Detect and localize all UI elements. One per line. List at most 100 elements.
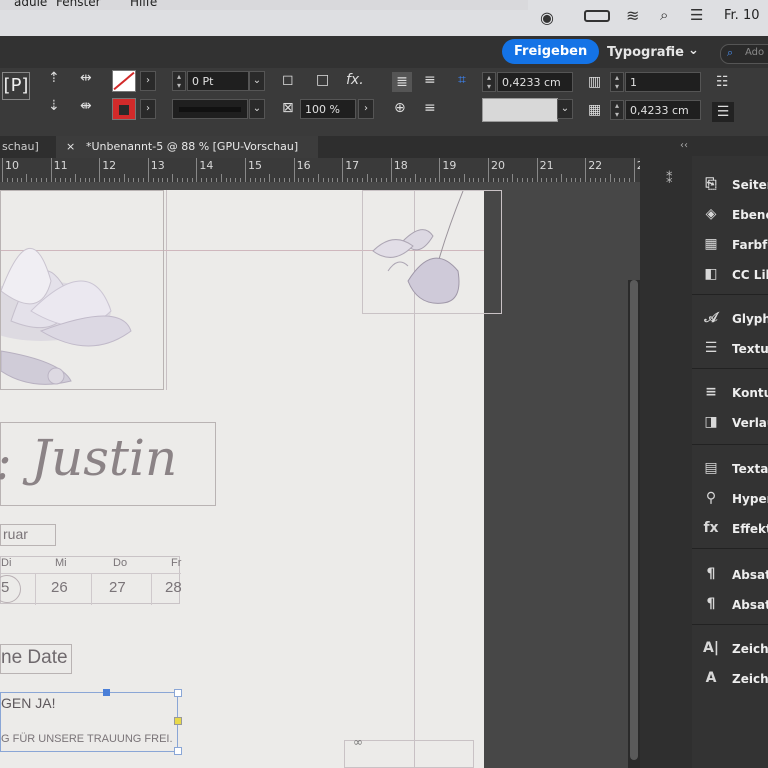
text-frame-save-date[interactable]: ne Date — [0, 644, 72, 674]
ruler-number: 22 — [588, 159, 603, 172]
stroke-type-dropdown[interactable]: ⌄ — [249, 99, 265, 119]
battery-icon[interactable] — [584, 10, 610, 22]
panel-item-paragraph-styles[interactable]: ¶ Absatz — [692, 594, 768, 618]
panel-item-label: Glyph — [732, 312, 768, 326]
ruler-minor-tick — [26, 174, 28, 182]
panel-item-paragraph[interactable]: ¶ Absatz — [692, 564, 768, 588]
none-slash-icon — [113, 71, 135, 91]
panel-item-swatches[interactable]: ▦ Farbfe — [692, 234, 768, 258]
screen-record-icon[interactable]: ◉ — [540, 8, 554, 27]
align-bottom-icon[interactable]: ⇣ — [48, 98, 60, 114]
panel-item-cc-libraries[interactable]: ◧ CC Lib — [692, 264, 768, 288]
selection-handle[interactable] — [174, 689, 182, 697]
workspace-switcher[interactable]: Typografie — [607, 45, 684, 60]
scrollbar-thumb[interactable] — [630, 280, 638, 760]
yellow-control-handle[interactable] — [174, 717, 182, 725]
justify-vertical-icon[interactable]: ≡ — [424, 100, 436, 116]
tab-active-document[interactable]: × *Unbenannt-5 @ 88 % [GPU-Vorschau] — [56, 136, 318, 158]
color-swatch-field[interactable] — [482, 98, 558, 122]
scale-icon: ⊠ — [282, 100, 294, 116]
panel-item-text-wrap[interactable]: ▤ Textab — [692, 458, 768, 482]
distribute-icon[interactable]: ⇹ — [80, 70, 92, 86]
stroke-swatch[interactable] — [112, 98, 136, 120]
tools-hint-icon[interactable]: ⁑ — [666, 172, 673, 187]
panel-item-character-styles[interactable]: A Zeichen — [692, 668, 768, 692]
align-vertical-icon[interactable]: ⇡ — [48, 70, 60, 86]
document-tab-bar: schau] × *Unbenannt-5 @ 88 % [GPU-Vorsch… — [0, 136, 680, 158]
effects-icon: fx — [703, 520, 719, 536]
text-frame-options-icon[interactable]: ⊕ — [394, 100, 406, 116]
panel-item-layers[interactable]: ◈ Ebenen — [692, 204, 768, 228]
align-top-text-icon[interactable]: ≣ — [392, 72, 412, 92]
panel-item-label: Effekte — [732, 522, 768, 536]
image-frame-tulips[interactable] — [362, 190, 502, 314]
wifi-icon[interactable]: ≋ — [626, 6, 639, 25]
collapse-dock-icon[interactable]: ‹‹ — [680, 140, 688, 151]
stroke-dropdown-button[interactable]: › — [140, 99, 156, 119]
menu-window[interactable]: Fenster — [56, 0, 101, 9]
chevron-down-icon[interactable]: ⌄ — [688, 43, 699, 58]
vertical-scrollbar[interactable] — [628, 280, 640, 768]
paragraph-composer-icon[interactable]: [P] — [2, 72, 30, 100]
panel-item-hyperlinks[interactable]: ⚲ Hyperl — [692, 488, 768, 512]
ruler-number: 17 — [345, 159, 360, 172]
stroke-weight-stepper[interactable]: ▴ ▾ — [172, 71, 186, 91]
panel-item-label: Kontur — [732, 386, 768, 400]
fill-dropdown-button[interactable]: › — [140, 71, 156, 91]
panel-item-effects[interactable]: fx Effekte — [692, 518, 768, 542]
search-icon: ⌕ — [727, 46, 734, 59]
text-frame-name[interactable]: : Justin — [0, 422, 216, 506]
selection-handle[interactable] — [103, 689, 110, 696]
frame-corner-icon[interactable]: ◻ — [282, 72, 294, 88]
menu-module[interactable]: adule — [14, 0, 47, 9]
ruler-major-tick — [99, 158, 101, 182]
scale-field[interactable]: 100 % — [300, 99, 356, 119]
image-frame-lotus[interactable] — [0, 190, 164, 390]
fill-swatch[interactable] — [112, 70, 136, 92]
panel-item-gradient[interactable]: ◨ Verlau — [692, 412, 768, 436]
control-center-icon[interactable]: ☰ — [690, 6, 703, 24]
panel-item-stroke[interactable]: ≡ Kontur — [692, 382, 768, 406]
align-center-text-icon[interactable]: ≡ — [424, 72, 436, 88]
search-field[interactable]: ⌕ Ado — [720, 44, 768, 64]
gutter-stepper[interactable]: ▴ ▾ — [482, 72, 496, 92]
panel-item-pages[interactable]: ⎘ Seiten — [692, 174, 768, 198]
column-gutter-stepper[interactable]: ▴ ▾ — [610, 100, 624, 120]
pages-icon: ⎘ — [705, 176, 717, 192]
panel-menu-icon[interactable]: ☰ — [712, 102, 734, 122]
columns-field[interactable]: 1 — [625, 72, 701, 92]
selection-handle[interactable] — [174, 747, 182, 755]
share-button[interactable]: Freigeben — [502, 39, 600, 64]
stroke-weight-dropdown[interactable]: ⌄ — [249, 71, 265, 91]
column-gutter-field[interactable]: 0,4233 cm — [625, 100, 701, 120]
columns-stepper[interactable]: ▴ ▾ — [610, 72, 624, 92]
text-frame-month[interactable]: ruar — [0, 524, 56, 546]
color-swatch-dropdown[interactable]: ⌄ — [557, 99, 573, 119]
document-page[interactable]: : Justin ruar Di Mi Do Fr 5 26 27 28 ne … — [0, 190, 502, 768]
ruler-major-tick — [196, 158, 198, 182]
panel-item-character[interactable]: A| Zeichen — [692, 638, 768, 662]
gutter-field[interactable]: 0,4233 cm — [497, 72, 573, 92]
weekday-header: Fr — [171, 557, 182, 569]
link-icon[interactable]: ∞ — [353, 735, 363, 749]
panel-item-glyphs[interactable]: 𝒜 Glyph — [692, 308, 768, 332]
scale-dropdown[interactable]: › — [358, 99, 374, 119]
stroke-type-field[interactable] — [172, 99, 248, 119]
ruler-minor-tick — [463, 174, 465, 182]
stroke-weight-field[interactable]: 0 Pt — [187, 71, 249, 91]
distribute-spacing-icon[interactable]: ⇼ — [80, 98, 92, 114]
horizontal-ruler[interactable]: 101112131415161718192021222 — [0, 158, 644, 183]
panel-item-texture[interactable]: ☰ Textur — [692, 338, 768, 362]
rectangle-icon[interactable]: □ — [316, 72, 329, 88]
calendar-table[interactable]: Di Mi Do Fr 5 26 27 28 — [0, 556, 182, 605]
close-icon[interactable]: × — [66, 136, 75, 158]
selected-text-frame[interactable]: GEN JA! G FÜR UNSERE TRAUUNG FREI. — [0, 689, 182, 755]
spotlight-search-icon[interactable]: ⌕ — [660, 6, 668, 24]
clock[interactable]: Fr. 10 — [724, 8, 760, 23]
character-styles-icon: A — [705, 670, 717, 686]
image-frame-bottom[interactable]: ∞ — [344, 735, 474, 768]
menu-help[interactable]: Hilfe — [130, 0, 157, 9]
tab-previous-document[interactable]: schau] — [0, 136, 56, 158]
effects-fx-button[interactable]: fx. — [346, 72, 364, 88]
balance-columns-icon[interactable]: ☷ — [716, 74, 729, 90]
